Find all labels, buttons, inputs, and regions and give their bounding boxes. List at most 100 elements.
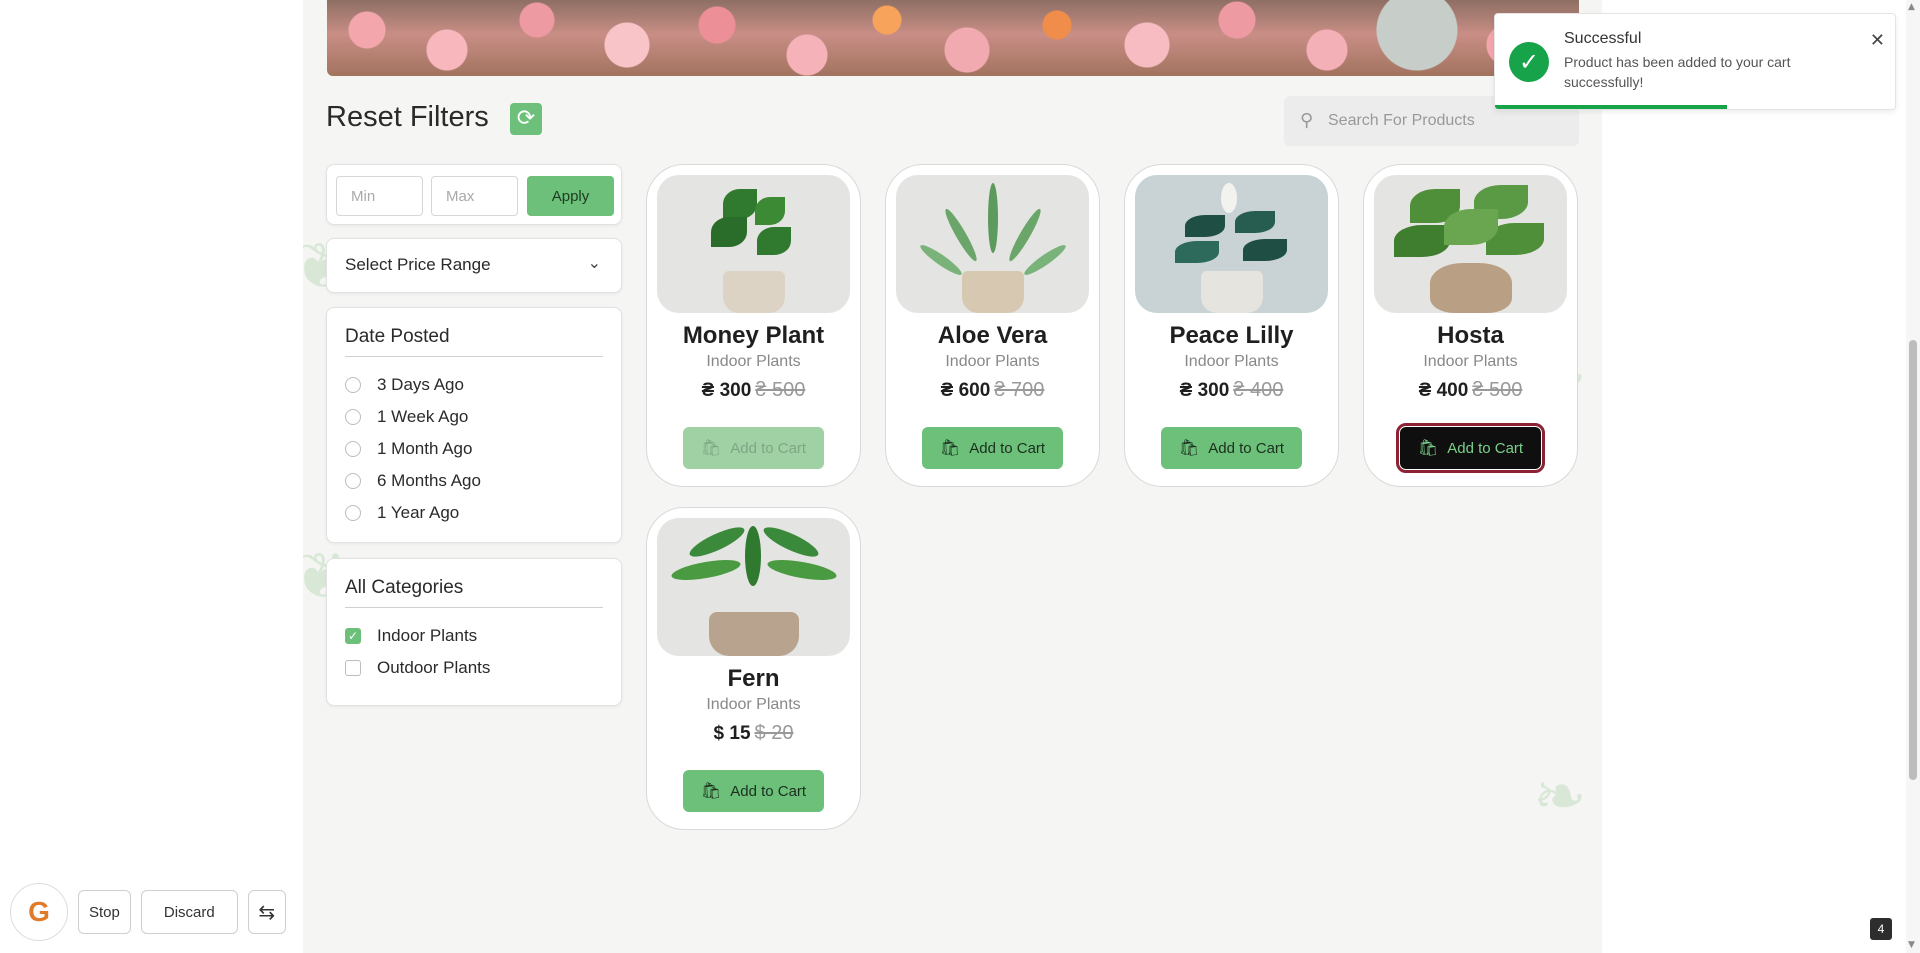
carrot-decoration-icon: ❧ — [1533, 760, 1587, 834]
product-card: Peace Lilly Indoor Plants ₴ 300 ₴ 400 🛍 Ad… — [1124, 164, 1339, 487]
refresh-icon[interactable]: ⟳ — [510, 103, 542, 135]
product-card: Fern Indoor Plants $ 15 $ 20 🛍 Add to Cart — [646, 507, 861, 830]
product-category: Indoor Plants — [945, 353, 1040, 370]
vertical-scrollbar[interactable]: ▲ ▼ — [1906, 0, 1920, 953]
swap-arrows-icon[interactable]: ⇆ — [247, 890, 286, 934]
date-option-label: 1 Month Ago — [377, 439, 473, 458]
checkbox-checked[interactable]: ✓ — [345, 628, 361, 644]
date-option-6-months[interactable]: 6 Months Ago — [345, 470, 481, 492]
apply-button[interactable]: Apply — [527, 176, 614, 216]
product-card: Hosta Indoor Plants ₴ 400 ₴ 500 🛍 Add to C… — [1363, 164, 1578, 487]
radio-button[interactable] — [345, 473, 361, 489]
product-name: Hosta — [1437, 322, 1504, 349]
discard-button[interactable]: Discard — [140, 890, 238, 934]
cart-icon: 🛍 — [1178, 440, 1200, 457]
product-category: Indoor Plants — [706, 353, 801, 370]
search-input[interactable] — [1328, 106, 1558, 136]
add-to-cart-button[interactable]: 🛍 Add to Cart — [922, 427, 1063, 469]
old-price: ₴ 500 — [1472, 379, 1523, 401]
cart-icon: 🛍 — [939, 440, 961, 457]
price-range-select[interactable]: Select Price Range ⌄ — [326, 238, 622, 293]
cart-icon: 🛍 — [700, 783, 722, 800]
add-to-cart-label: Add to Cart — [1208, 439, 1285, 457]
current-price: ₴ 600 — [940, 380, 991, 401]
current-price: ₴ 300 — [1179, 380, 1230, 401]
scroll-thumb[interactable] — [1909, 340, 1917, 780]
divider — [345, 607, 603, 608]
add-to-cart-button[interactable]: 🛍 Add to Cart — [683, 770, 824, 812]
date-option-label: 1 Week Ago — [377, 407, 469, 426]
add-to-cart-button[interactable]: 🛍 Add to Cart — [1161, 427, 1302, 469]
product-image — [1374, 175, 1567, 313]
product-image — [657, 175, 850, 313]
product-price: $ 15 $ 20 — [647, 722, 860, 745]
price-min-max-panel: Apply — [326, 164, 622, 225]
app-logo-icon[interactable]: G — [10, 883, 68, 941]
stop-button[interactable]: Stop — [78, 890, 131, 934]
product-image — [896, 175, 1089, 313]
scroll-up-arrow-icon[interactable]: ▲ — [1908, 2, 1915, 12]
success-toast: ✓ Successful Product has been added to y… — [1494, 13, 1896, 110]
radio-button[interactable] — [345, 505, 361, 521]
toast-title: Successful — [1564, 30, 1642, 47]
add-to-cart-button[interactable]: 🛍 Add to Cart — [1396, 423, 1545, 473]
categories-title: All Categories — [345, 577, 464, 598]
date-option-1-month[interactable]: 1 Month Ago — [345, 438, 472, 460]
product-image — [1135, 175, 1328, 313]
date-option-1-year[interactable]: 1 Year Ago — [345, 502, 459, 524]
product-price: ₴ 600 ₴ 700 — [886, 379, 1099, 402]
close-icon[interactable]: ✕ — [1870, 30, 1885, 51]
old-price: ₴ 400 — [1233, 379, 1284, 401]
radio-button[interactable] — [345, 377, 361, 393]
hero-banner-image — [327, 0, 1579, 76]
category-indoor-plants[interactable]: ✓ Indoor Plants — [345, 625, 477, 647]
toast-message: Product has been added to your cart succ… — [1564, 54, 1791, 90]
old-price: ₴ 700 — [994, 379, 1045, 401]
add-to-cart-label: Add to Cart — [1447, 439, 1524, 457]
old-price: $ 20 — [754, 722, 794, 744]
scroll-down-arrow-icon[interactable]: ▼ — [1908, 940, 1915, 950]
add-to-cart-button[interactable]: 🛍 Add to Cart — [683, 427, 824, 469]
product-category: Indoor Plants — [1423, 353, 1518, 370]
recording-toolbar: G Stop Discard ⇆ — [10, 883, 286, 941]
add-to-cart-label: Add to Cart — [730, 782, 807, 800]
product-category: Indoor Plants — [706, 696, 801, 713]
max-price-input[interactable] — [431, 176, 518, 216]
current-price: $ 15 — [713, 723, 751, 744]
cart-icon: 🛍 — [700, 440, 722, 457]
main-content: ❦ ❦ ❧ ❧ Reset Filters ⟳ ⚲ Apply Select P… — [303, 0, 1602, 953]
cart-icon: 🛍 — [1417, 440, 1439, 457]
category-label: Indoor Plants — [377, 626, 478, 645]
product-price: ₴ 300 ₴ 400 — [1125, 379, 1338, 402]
radio-button[interactable] — [345, 441, 361, 457]
radio-button[interactable] — [345, 409, 361, 425]
current-price: ₴ 400 — [1418, 380, 1469, 401]
product-name: Fern — [727, 665, 780, 692]
date-option-3-days[interactable]: 3 Days Ago — [345, 374, 464, 396]
category-outdoor-plants[interactable]: Outdoor Plants — [345, 657, 490, 679]
product-name: Money Plant — [682, 322, 825, 349]
toast-progress-bar — [1495, 105, 1727, 109]
min-price-input[interactable] — [336, 176, 423, 216]
date-posted-title: Date Posted — [345, 326, 450, 347]
product-price: ₴ 400 ₴ 500 — [1364, 379, 1577, 402]
checkbox[interactable] — [345, 660, 361, 676]
product-image — [657, 518, 850, 656]
product-name: Aloe Vera — [937, 322, 1048, 349]
product-name: Peace Lilly — [1169, 322, 1294, 349]
price-range-label: Select Price Range — [345, 255, 491, 274]
page-number-badge: 4 — [1870, 918, 1892, 940]
check-circle-icon: ✓ — [1509, 42, 1549, 82]
date-option-label: 3 Days Ago — [377, 375, 464, 394]
product-price: ₴ 300 ₴ 500 — [647, 379, 860, 402]
date-posted-panel: Date Posted 3 Days Ago 1 Week Ago 1 Mont… — [326, 307, 622, 543]
reset-filters-title: Reset Filters — [326, 101, 489, 133]
product-card: Aloe Vera Indoor Plants ₴ 600 ₴ 700 🛍 Add … — [885, 164, 1100, 487]
date-option-1-week[interactable]: 1 Week Ago — [345, 406, 468, 428]
product-card: Money Plant Indoor Plants ₴ 300 ₴ 500 🛍 Ad… — [646, 164, 861, 487]
search-icon: ⚲ — [1300, 110, 1314, 131]
add-to-cart-label: Add to Cart — [730, 439, 807, 457]
date-option-label: 6 Months Ago — [377, 471, 481, 490]
date-option-label: 1 Year Ago — [377, 503, 460, 522]
chevron-down-icon: ⌄ — [587, 253, 601, 272]
